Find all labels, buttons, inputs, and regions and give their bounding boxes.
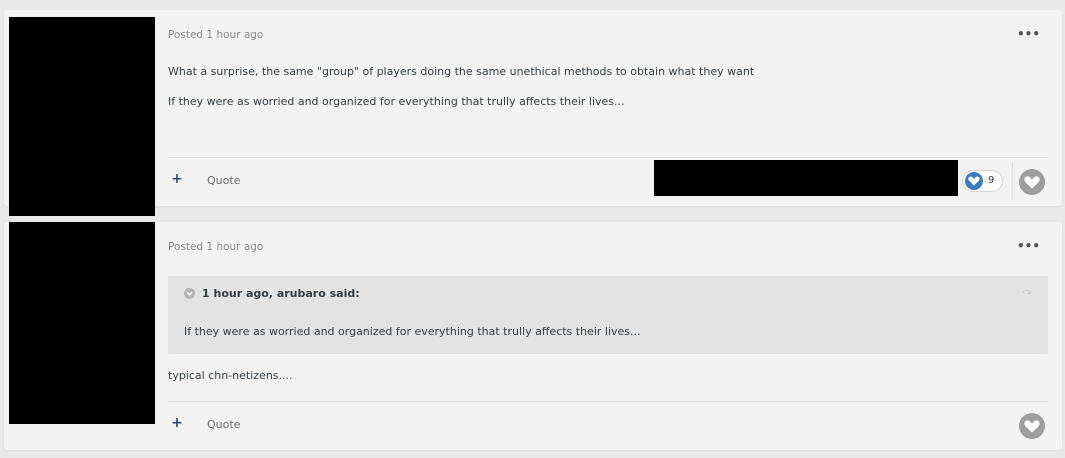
post-card: Posted 1 hour ago ••• What a surprise, t… (4, 10, 1062, 216)
post-timestamp[interactable]: Posted 1 hour ago (168, 241, 263, 253)
plus-icon[interactable]: + (168, 171, 186, 189)
redacted-reactions-panel (654, 160, 958, 196)
quote-button[interactable]: Quote (207, 418, 240, 431)
share-arrow-icon[interactable]: ↷ (1023, 287, 1032, 300)
heart-reaction-icon (965, 172, 983, 190)
more-options-icon[interactable]: ••• (1017, 27, 1040, 41)
redacted-author-panel (9, 222, 155, 424)
heart-like-icon[interactable] (1019, 413, 1045, 439)
post-divider (168, 401, 1048, 402)
post-divider (168, 157, 1048, 158)
quote-button[interactable]: Quote (207, 174, 240, 187)
heart-like-icon[interactable] (1019, 169, 1045, 195)
reaction-separator (1012, 162, 1013, 200)
post-timestamp[interactable]: Posted 1 hour ago (168, 29, 263, 41)
quote-citation: 1 hour ago, arubaro said: (202, 287, 360, 300)
post-content: What a surprise, the same "group" of pla… (168, 65, 1048, 109)
post-card: Posted 1 hour ago ••• 1 hour ago, arubar… (4, 222, 1062, 450)
more-options-icon[interactable]: ••• (1017, 239, 1040, 253)
post-text-line: What a surprise, the same "group" of pla… (168, 65, 755, 78)
post-content: typical chn-netizens.... (168, 369, 1048, 383)
reaction-count-button[interactable]: 9 (962, 170, 1003, 192)
quote-text: If they were as worried and organized fo… (184, 325, 641, 338)
chevron-down-icon[interactable] (184, 288, 195, 299)
post-text-line: If they were as worried and organized fo… (168, 95, 625, 108)
plus-icon[interactable]: + (168, 415, 186, 433)
redacted-author-panel (9, 17, 155, 216)
reaction-count: 9 (988, 175, 995, 186)
quoted-post: 1 hour ago, arubaro said: ↷ If they were… (168, 276, 1048, 354)
post-text-line: typical chn-netizens.... (168, 369, 293, 382)
